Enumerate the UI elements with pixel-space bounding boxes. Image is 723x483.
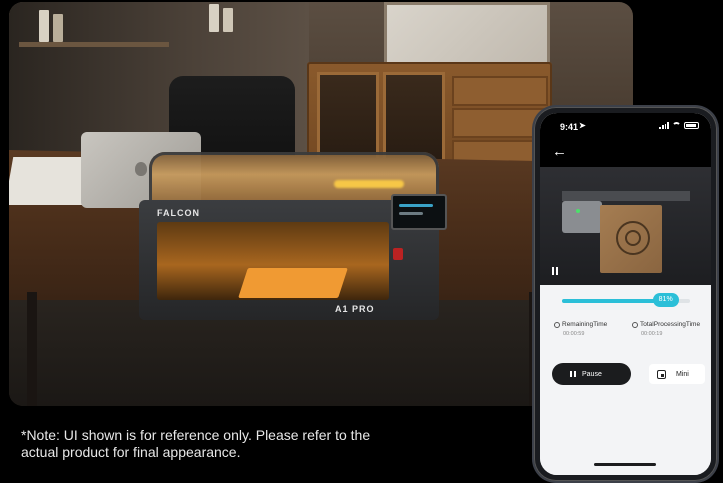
machine-model: A1 PRO bbox=[335, 304, 375, 314]
home-indicator bbox=[594, 463, 656, 466]
book bbox=[223, 8, 233, 32]
progress-fill bbox=[562, 299, 666, 303]
laser-engraver: FALCON A1 PRO bbox=[129, 152, 447, 322]
mini-window-icon bbox=[657, 369, 666, 379]
mini-button[interactable]: Mini bbox=[649, 364, 705, 384]
wifi-icon bbox=[672, 122, 681, 129]
total-processing-time-label: TotalProcessingTime bbox=[640, 321, 701, 328]
remaining-time-stat: RemainingTime 00:00:59 bbox=[554, 321, 607, 337]
status-bar: 9:41 ➤ bbox=[540, 113, 711, 139]
cabinet-drawer bbox=[452, 76, 548, 106]
engraving-plate bbox=[238, 268, 348, 298]
phone-screen: 9:41 ➤ ← 81% RemainingTime 00:00:59 Tota… bbox=[540, 113, 711, 475]
status-icons bbox=[659, 122, 699, 129]
book bbox=[209, 4, 219, 32]
battery-icon bbox=[684, 122, 699, 129]
camera-view[interactable] bbox=[540, 167, 711, 285]
book bbox=[39, 10, 49, 42]
total-processing-time-value: 00:00:19 bbox=[641, 331, 663, 337]
pause-icon[interactable] bbox=[552, 267, 558, 275]
mini-button-label: Mini bbox=[676, 370, 689, 378]
phone-mockup: 9:41 ➤ ← 81% RemainingTime 00:00:59 Tota… bbox=[534, 107, 717, 481]
signal-icon bbox=[659, 122, 669, 129]
gantry-rail bbox=[562, 191, 690, 201]
pause-button[interactable]: Pause bbox=[552, 363, 631, 385]
nav-bar: ← bbox=[540, 139, 711, 167]
location-arrow-icon: ➤ bbox=[579, 121, 586, 130]
progress-badge: 81% bbox=[652, 293, 679, 307]
emergency-stop-icon bbox=[393, 248, 403, 260]
shelf bbox=[19, 42, 169, 47]
cabinet-door bbox=[317, 72, 379, 164]
control-panel: 81% RemainingTime 00:00:59 TotalProcessi… bbox=[540, 285, 711, 475]
disclaimer-line-2: actual product for final appearance. bbox=[21, 444, 241, 460]
laser-head bbox=[562, 201, 602, 233]
desk-leg bbox=[27, 292, 37, 406]
engraving-board bbox=[600, 205, 662, 273]
clock-icon bbox=[632, 321, 638, 328]
back-arrow-icon[interactable]: ← bbox=[552, 143, 567, 160]
remaining-time-label: RemainingTime bbox=[562, 321, 608, 328]
display-bar bbox=[399, 212, 423, 215]
total-processing-time-stat: TotalProcessingTime 00:00:19 bbox=[632, 321, 700, 337]
cabinet-door bbox=[383, 72, 445, 164]
lid-glow bbox=[334, 180, 404, 188]
remaining-time-value: 00:00:59 bbox=[563, 331, 585, 337]
dynamic-island bbox=[598, 119, 652, 133]
clock-icon bbox=[554, 321, 560, 328]
status-led bbox=[576, 209, 580, 213]
pause-icon bbox=[570, 371, 576, 377]
machine-brand: FALCON bbox=[157, 208, 200, 218]
machine-display bbox=[391, 194, 447, 230]
status-time: 9:41 bbox=[560, 122, 579, 132]
disclaimer-line-1: *Note: UI shown is for reference only. P… bbox=[21, 427, 371, 443]
display-bar bbox=[399, 204, 433, 207]
disclaimer: *Note: UI shown is for reference only. P… bbox=[21, 427, 501, 461]
progress-bar: 81% bbox=[562, 293, 690, 307]
machine-window bbox=[157, 222, 389, 300]
book bbox=[53, 14, 63, 42]
pause-button-label: Pause bbox=[582, 370, 602, 378]
flower-engraving bbox=[616, 221, 650, 255]
